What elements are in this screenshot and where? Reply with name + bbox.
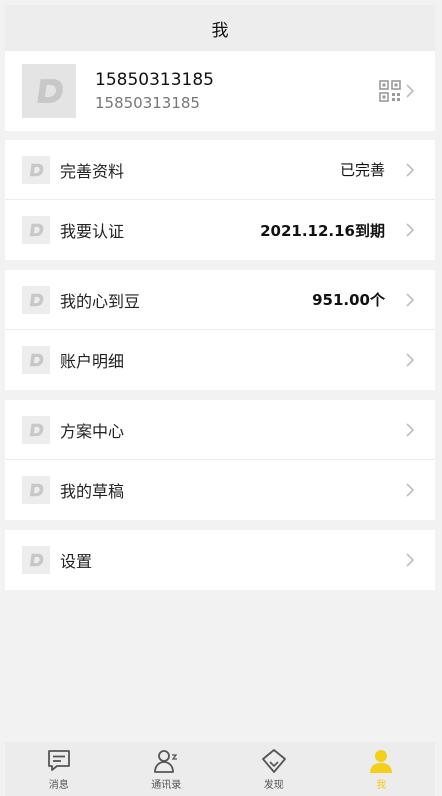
chevron-right-icon [403, 289, 417, 311]
app-logo-d-icon [22, 285, 50, 314]
chevron-right-icon [403, 219, 417, 241]
message-icon [47, 749, 70, 771]
menu-group: 我的心到豆 951.00个账户明细 [5, 270, 435, 390]
menu-plan-center[interactable]: 方案中心 [5, 400, 435, 460]
chevron-right-icon [403, 419, 417, 441]
nav-bar: 我 [5, 5, 435, 51]
menu-group: 完善资料 已完善我要认证 2021.12.16到期 [5, 140, 435, 260]
app-logo-d-icon [22, 155, 50, 184]
discover-icon [261, 748, 286, 773]
bottom-tab-bar: 消息 通讯录 发现 我 [5, 742, 435, 796]
tab-label: 消息 [48, 779, 69, 791]
menu-group: 设置 [5, 530, 435, 590]
profile-card[interactable]: 15850313185 15850313185 [5, 51, 435, 131]
menu-item-label: 方案中心 [60, 421, 125, 441]
tab-discover[interactable]: 发现 [234, 748, 314, 791]
menu-item-label: 账户明细 [60, 352, 125, 371]
profile-name: 15850313185 [95, 69, 214, 90]
menu-drafts[interactable]: 我的草稿 [5, 460, 435, 520]
menu-beans[interactable]: 我的心到豆 951.00个 [5, 270, 435, 330]
tab-me[interactable]: 我 [341, 748, 421, 791]
app-logo-d-icon [37, 79, 63, 103]
contacts-icon [154, 749, 178, 773]
menu-item-label: 我的草稿 [60, 482, 125, 501]
app-logo-d-icon [22, 346, 50, 374]
tab-contacts[interactable]: 通讯录 [126, 748, 206, 791]
menu-group: 方案中心 我的草稿 [5, 400, 435, 520]
chevron-right-icon [403, 349, 417, 371]
chevron-right-icon [403, 479, 417, 501]
qrcode-icon [379, 80, 401, 102]
app-logo-d-icon [22, 546, 50, 574]
menu-certification[interactable]: 我要认证 2021.12.16到期 [5, 200, 435, 260]
chevron-right-icon [403, 549, 417, 571]
app-logo-d-icon [22, 415, 50, 444]
menu-account-details[interactable]: 账户明细 [5, 330, 435, 390]
menu-item-label: 设置 [60, 552, 93, 571]
page-title: 我 [211, 20, 229, 41]
menu-complete-profile[interactable]: 完善资料 已完善 [5, 140, 435, 200]
menu-item-label: 我的心到豆 [60, 291, 141, 311]
menu-item-value: 2021.12.16到期 [260, 221, 385, 240]
tab-label: 发现 [263, 779, 284, 791]
menu-settings[interactable]: 设置 [5, 530, 435, 590]
chevron-right-icon [403, 80, 417, 102]
menu-item-label: 完善资料 [60, 161, 125, 181]
app-logo-d-icon [22, 476, 50, 504]
avatar [22, 64, 76, 118]
tab-label: 通讯录 [151, 779, 182, 791]
menu-item-value: 已完善 [339, 161, 385, 179]
tab-messages[interactable]: 消息 [19, 748, 99, 791]
menu-item-label: 我要认证 [60, 222, 125, 241]
tab-label: 我 [376, 779, 387, 791]
app-logo-d-icon [22, 216, 50, 244]
chevron-right-icon [403, 159, 417, 181]
menu-item-value: 951.00个 [312, 291, 385, 309]
qrcode-button[interactable] [379, 80, 417, 102]
me-icon [370, 749, 393, 773]
profile-phone: 15850313185 [95, 93, 200, 112]
